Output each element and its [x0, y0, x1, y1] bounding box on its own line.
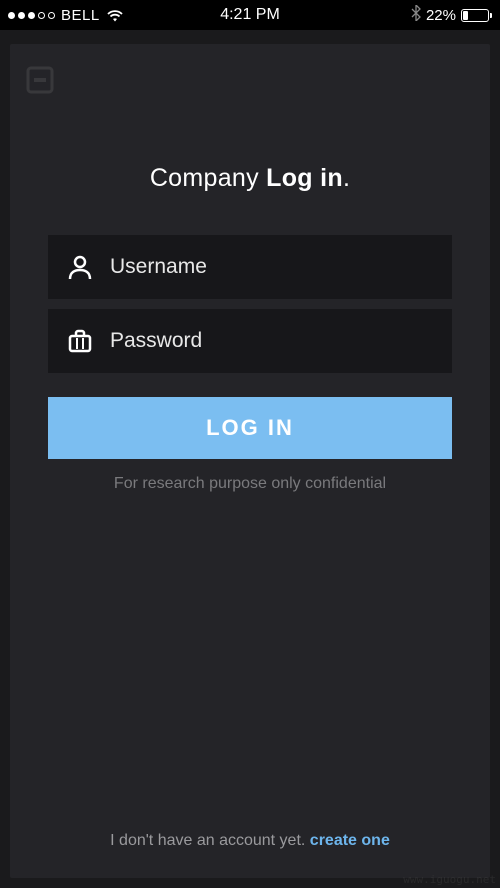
status-bar-right: 22% [411, 5, 492, 25]
wifi-icon [106, 9, 124, 22]
status-bar: BELL 4:21 PM 22% [0, 0, 500, 30]
bluetooth-icon [411, 5, 421, 25]
battery-icon [461, 9, 492, 22]
username-input[interactable] [94, 255, 434, 279]
status-bar-time: 4:21 PM [220, 6, 280, 24]
title-suffix: . [343, 164, 350, 192]
username-row[interactable] [48, 235, 452, 299]
page-title: Company Log in. [48, 164, 452, 193]
battery-percent: 22% [426, 7, 456, 24]
title-prefix: Company [150, 164, 266, 192]
title-bold: Log in [266, 164, 343, 192]
menu-icon [24, 64, 56, 96]
status-bar-left: BELL [8, 7, 124, 24]
password-input[interactable] [94, 329, 434, 353]
user-icon [66, 253, 94, 281]
login-form: LOG IN For research purpose only confide… [48, 235, 452, 493]
password-row[interactable] [48, 309, 452, 373]
disclaimer-text: For research purpose only confidential [48, 475, 452, 493]
footer: I don't have an account yet. create one [48, 832, 452, 878]
carrier-label: BELL [61, 7, 100, 24]
footer-text: I don't have an account yet. [110, 832, 310, 849]
create-account-link[interactable]: create one [310, 832, 390, 849]
signal-strength-icon [8, 12, 55, 19]
menu-button[interactable] [20, 60, 60, 100]
app-screen: Company Log in. [10, 44, 490, 878]
login-content: Company Log in. [10, 100, 490, 878]
briefcase-icon [66, 327, 94, 355]
watermark: www.iguogu.net [403, 873, 496, 886]
login-button[interactable]: LOG IN [48, 397, 452, 459]
